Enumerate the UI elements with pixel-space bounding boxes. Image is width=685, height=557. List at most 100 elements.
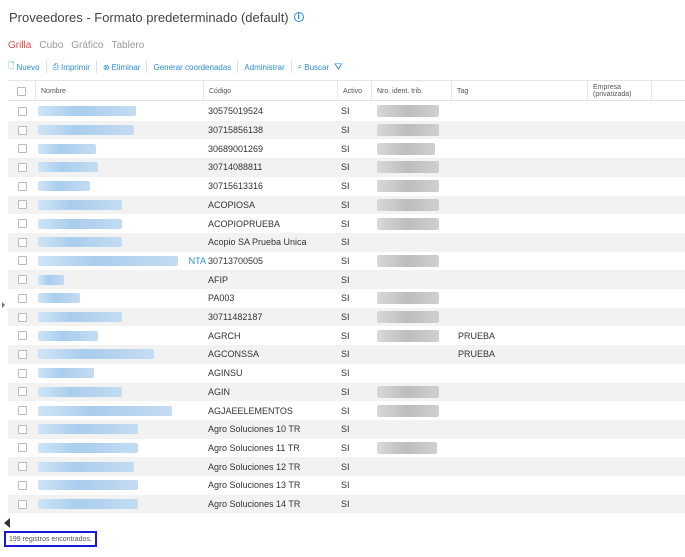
- row-checkbox[interactable]: [18, 293, 27, 303]
- redacted-name[interactable]: [38, 218, 122, 229]
- row-checkbox[interactable]: [18, 462, 27, 472]
- column-header-empresa[interactable]: Empresa (privatizada): [588, 81, 652, 101]
- column-header-nombre[interactable]: Nombre: [36, 81, 204, 101]
- redacted-name[interactable]: [38, 349, 154, 360]
- redacted-name[interactable]: [38, 386, 122, 397]
- cell-nombre[interactable]: [38, 214, 206, 233]
- search-button[interactable]: ⌕ Buscar ⛛: [292, 61, 351, 73]
- row-checkbox[interactable]: [18, 144, 27, 154]
- table-row[interactable]: NTA 30713700505 SI: [8, 252, 685, 271]
- row-checkbox[interactable]: [18, 181, 27, 191]
- column-header-activo[interactable]: Activo: [338, 81, 372, 101]
- cell-nombre[interactable]: [38, 308, 206, 327]
- cell-nombre[interactable]: [38, 439, 206, 458]
- row-checkbox[interactable]: [18, 256, 27, 266]
- table-row[interactable]: Agro Soluciones 12 TR SI: [8, 457, 685, 476]
- delete-button[interactable]: ⊗ Eliminar: [97, 61, 148, 73]
- cell-nombre[interactable]: [38, 457, 206, 476]
- cell-nombre[interactable]: [38, 139, 206, 158]
- cell-nombre[interactable]: [38, 177, 206, 196]
- column-header-tag[interactable]: Tag: [452, 81, 588, 101]
- cell-nombre[interactable]: [38, 383, 206, 402]
- table-row[interactable]: AGJAEELEMENTOS SI: [8, 401, 685, 420]
- table-row[interactable]: 30715856138 SI: [8, 120, 685, 140]
- table-row[interactable]: PA003 SI: [8, 289, 685, 308]
- cell-nombre[interactable]: [38, 196, 206, 215]
- cell-nombre[interactable]: [38, 102, 206, 121]
- table-row[interactable]: AGRCH SI PRUEBA: [8, 326, 685, 345]
- redacted-name[interactable]: [38, 368, 94, 379]
- table-row[interactable]: Acopio SA Prueba Unica SI: [8, 232, 685, 252]
- redacted-name[interactable]: [38, 255, 178, 266]
- info-icon[interactable]: i: [293, 12, 304, 22]
- table-row[interactable]: ACOPIOPRUEBA SI: [8, 214, 685, 233]
- cell-nombre[interactable]: [38, 401, 206, 420]
- redacted-name[interactable]: [38, 499, 138, 510]
- row-checkbox[interactable]: [18, 106, 27, 116]
- cell-nombre[interactable]: [38, 289, 206, 308]
- table-row[interactable]: AGCONSSA SI PRUEBA: [8, 345, 685, 364]
- row-checkbox[interactable]: [18, 443, 27, 453]
- row-checkbox[interactable]: [18, 424, 27, 434]
- table-row[interactable]: Agro Soluciones 14 TR SI: [8, 494, 685, 514]
- redacted-name[interactable]: [38, 199, 122, 210]
- table-row[interactable]: AGIN SI: [8, 382, 685, 402]
- row-checkbox[interactable]: [18, 125, 27, 135]
- row-checkbox[interactable]: [18, 349, 27, 359]
- row-checkbox[interactable]: [18, 499, 27, 509]
- redacted-name[interactable]: [38, 405, 172, 416]
- filter-icon[interactable]: ⛛: [334, 62, 342, 73]
- cell-nombre[interactable]: [38, 364, 206, 383]
- cell-nombre[interactable]: [38, 326, 206, 345]
- table-row[interactable]: Agro Soluciones 15 TRAgro Soluciones 15 …: [8, 513, 685, 517]
- cell-nombre[interactable]: [38, 121, 206, 140]
- table-row[interactable]: Agro Soluciones 11 TR SI: [8, 439, 685, 458]
- redacted-name[interactable]: [38, 480, 138, 491]
- redacted-name[interactable]: [38, 237, 122, 248]
- row-checkbox[interactable]: [18, 219, 27, 229]
- generate-coordinates-button[interactable]: Generar coordenadas: [147, 61, 239, 73]
- cell-nombre[interactable]: [38, 476, 206, 495]
- table-row[interactable]: Agro Soluciones 10 TR SI: [8, 419, 685, 439]
- redacted-name[interactable]: [38, 125, 134, 136]
- cell-nombre[interactable]: [38, 345, 206, 364]
- table-row[interactable]: Agro Soluciones 13 TR SI: [8, 476, 685, 495]
- row-checkbox[interactable]: [18, 312, 27, 322]
- redacted-name[interactable]: [38, 461, 134, 472]
- row-checkbox[interactable]: [18, 387, 27, 397]
- redacted-name[interactable]: [38, 181, 90, 192]
- table-row[interactable]: AFIP SI: [8, 270, 685, 289]
- table-row[interactable]: ACOPIOSA SI: [8, 195, 685, 215]
- redacted-name[interactable]: [38, 106, 136, 117]
- print-button[interactable]: ⎙ Imprimir: [47, 61, 97, 73]
- tab-cubo[interactable]: Cubo: [39, 40, 63, 51]
- tab-grafico[interactable]: Gráfico: [71, 40, 103, 51]
- column-header-nro[interactable]: Nro. ident. trib.: [372, 81, 452, 101]
- table-row[interactable]: 30689001269 SI: [8, 139, 685, 158]
- cell-nombre[interactable]: Agro Soluciones 15 TR: [38, 513, 206, 517]
- cell-nombre[interactable]: [38, 420, 206, 439]
- redacted-name[interactable]: [38, 162, 98, 173]
- select-all-checkbox[interactable]: [17, 86, 26, 96]
- table-row[interactable]: 30575019524 SI: [8, 102, 685, 121]
- row-checkbox[interactable]: [18, 406, 27, 416]
- redacted-name[interactable]: [38, 312, 122, 323]
- row-checkbox[interactable]: [18, 162, 27, 172]
- expand-panel-icon[interactable]: [2, 302, 5, 308]
- cell-nombre[interactable]: NTA: [38, 252, 206, 271]
- column-header-codigo[interactable]: Código: [204, 81, 338, 101]
- cell-nombre[interactable]: [38, 158, 206, 177]
- scroll-left-icon[interactable]: [4, 518, 10, 528]
- administrar-button[interactable]: Administrar: [238, 61, 292, 73]
- row-checkbox[interactable]: [18, 368, 27, 378]
- new-button[interactable]: 🗋 Nuevo: [8, 61, 47, 73]
- nombre-suffix[interactable]: NTA: [189, 256, 206, 266]
- row-checkbox[interactable]: [18, 237, 27, 247]
- redacted-name[interactable]: [38, 442, 138, 453]
- cell-nombre[interactable]: [38, 233, 206, 252]
- table-row[interactable]: 30711482187 SI: [8, 307, 685, 327]
- tab-tablero[interactable]: Tablero: [111, 40, 144, 51]
- row-checkbox[interactable]: [18, 480, 27, 490]
- cell-nombre[interactable]: [38, 270, 206, 289]
- row-checkbox[interactable]: [18, 331, 27, 341]
